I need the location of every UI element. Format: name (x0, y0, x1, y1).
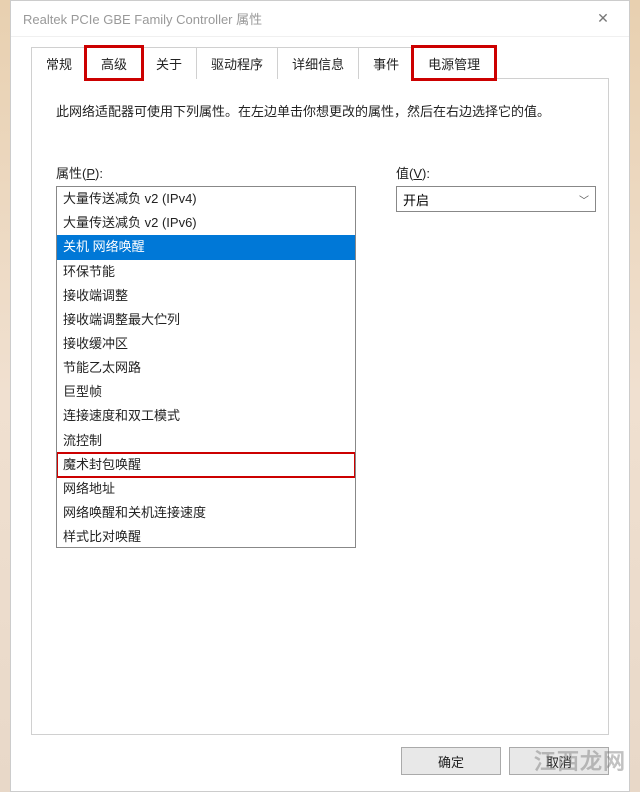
property-item[interactable]: 接收缓冲区 (57, 332, 355, 356)
tab-3[interactable]: 驱动程序 (196, 47, 278, 79)
close-button[interactable]: ✕ (581, 3, 625, 35)
property-item[interactable]: 节能乙太网路 (57, 356, 355, 380)
property-item[interactable]: 环保节能 (57, 260, 355, 284)
form-row: 属性(P): 大量传送减负 v2 (IPv4)大量传送减负 v2 (IPv6)关… (56, 163, 584, 548)
tab-2[interactable]: 关于 (141, 47, 197, 79)
property-listbox[interactable]: 大量传送减负 v2 (IPv4)大量传送减负 v2 (IPv6)关机 网络唤醒环… (56, 186, 356, 548)
tab-strip: 常规高级关于驱动程序详细信息事件电源管理 (31, 47, 609, 79)
tab-6[interactable]: 电源管理 (413, 47, 495, 79)
advanced-tab-panel: 此网络适配器可使用下列属性。在左边单击你想更改的属性，然后在右边选择它的值。 属… (31, 78, 609, 735)
cancel-button[interactable]: 取消 (509, 747, 609, 775)
property-item[interactable]: 网络唤醒和关机连接速度 (57, 501, 355, 525)
property-item[interactable]: 大量传送减负 v2 (IPv4) (57, 187, 355, 211)
property-item[interactable]: 关机 网络唤醒 (57, 235, 355, 259)
property-item[interactable]: 流控制 (57, 429, 355, 453)
property-item[interactable]: 连接速度和双工模式 (57, 404, 355, 428)
chevron-down-icon: ﹀ (579, 192, 589, 207)
dialog-button-row: 确定 取消 (11, 735, 629, 791)
property-item[interactable]: 魔术封包唤醒 (57, 453, 355, 477)
ok-button[interactable]: 确定 (401, 747, 501, 775)
property-item[interactable]: 接收端调整最大伫列 (57, 308, 355, 332)
value-label: 值(V): (396, 163, 596, 182)
tab-5[interactable]: 事件 (358, 47, 414, 79)
properties-dialog: Realtek PCIe GBE Family Controller 属性 ✕ … (10, 0, 630, 792)
property-item[interactable]: 巨型帧 (57, 380, 355, 404)
property-column: 属性(P): 大量传送减负 v2 (IPv4)大量传送减负 v2 (IPv6)关… (56, 163, 356, 548)
dialog-content: 常规高级关于驱动程序详细信息事件电源管理 此网络适配器可使用下列属性。在左边单击… (11, 37, 629, 735)
dropdown-selected-text: 开启 (403, 190, 579, 209)
panel-description: 此网络适配器可使用下列属性。在左边单击你想更改的属性，然后在右边选择它的值。 (56, 101, 584, 123)
titlebar: Realtek PCIe GBE Family Controller 属性 ✕ (11, 1, 629, 37)
tab-4[interactable]: 详细信息 (277, 47, 359, 79)
value-column: 值(V): 开启 ﹀ (396, 163, 596, 548)
property-item[interactable]: 大量传送减负 v2 (IPv6) (57, 211, 355, 235)
tab-1[interactable]: 高级 (86, 47, 142, 79)
tab-0[interactable]: 常规 (31, 47, 87, 79)
window-title: Realtek PCIe GBE Family Controller 属性 (23, 9, 581, 28)
property-item[interactable]: 接收端调整 (57, 284, 355, 308)
property-item[interactable]: 样式比对唤醒 (57, 525, 355, 548)
property-item[interactable]: 网络地址 (57, 477, 355, 501)
close-icon: ✕ (597, 10, 609, 27)
value-dropdown[interactable]: 开启 ﹀ (396, 186, 596, 212)
property-label: 属性(P): (56, 163, 356, 182)
